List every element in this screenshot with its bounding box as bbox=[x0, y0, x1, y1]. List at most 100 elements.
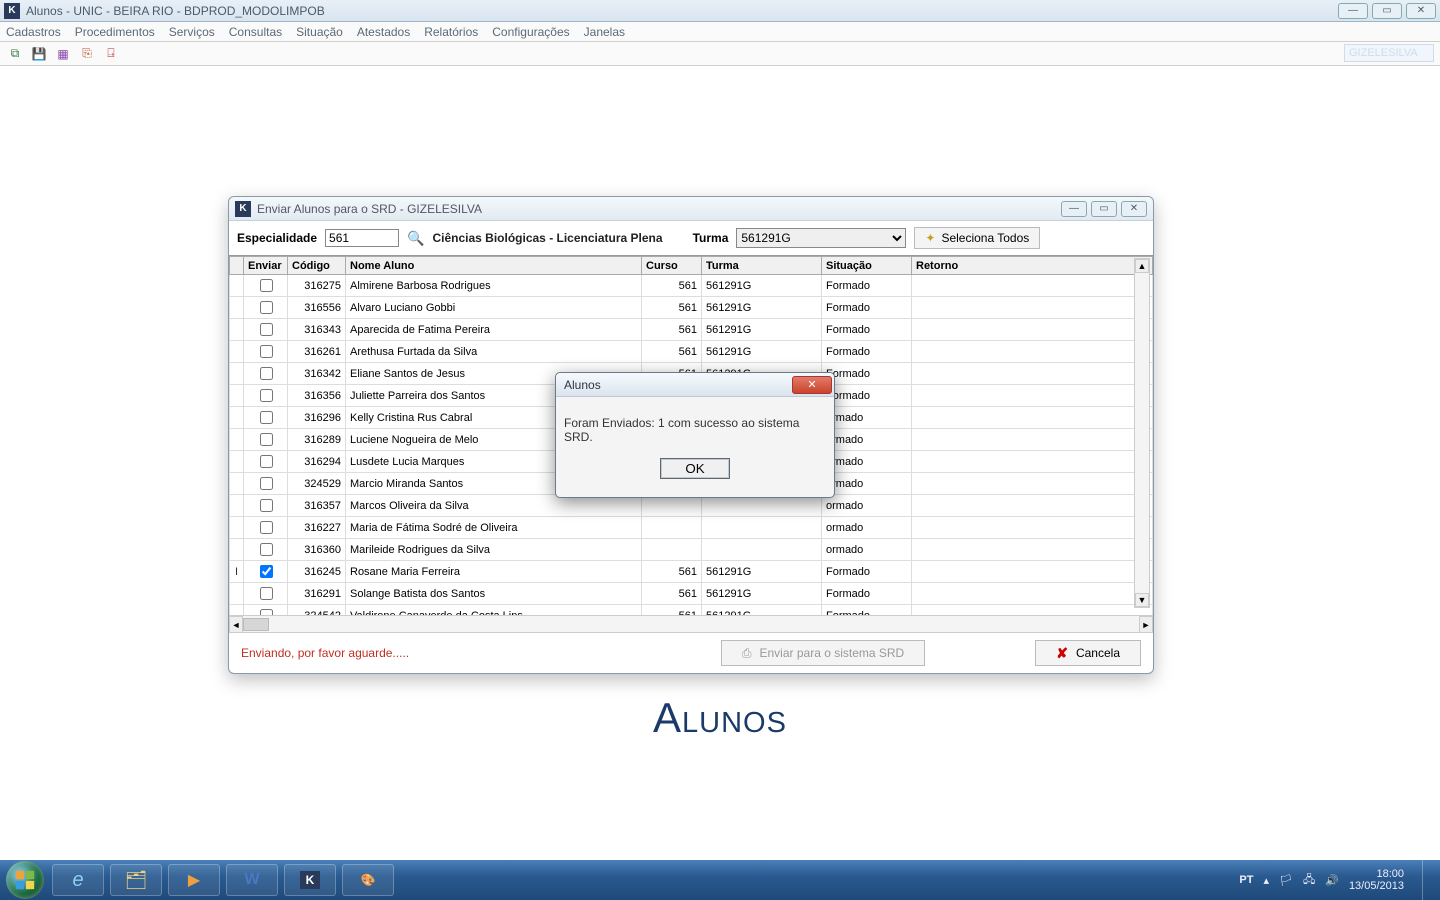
child-maximize-button[interactable]: ▭ bbox=[1091, 201, 1117, 217]
table-row[interactable]: 316343Aparecida de Fatima Pereira5615612… bbox=[230, 319, 1153, 341]
task-explorer[interactable]: 🗂 bbox=[110, 864, 162, 896]
col-retorno[interactable]: Retorno bbox=[912, 257, 1153, 275]
table-row[interactable]: 316360Marileide Rodrigues da Silvaormado bbox=[230, 539, 1153, 561]
show-desktop-button[interactable] bbox=[1422, 860, 1434, 900]
toolbar-icon-1[interactable]: ⧉ bbox=[6, 45, 24, 63]
row-situacao: Formado bbox=[822, 341, 912, 363]
scroll-right-icon[interactable]: ► bbox=[1139, 616, 1153, 633]
row-checkbox-cell[interactable] bbox=[244, 319, 288, 341]
menu-relatorios[interactable]: Relatórios bbox=[424, 25, 478, 39]
menu-cadastros[interactable]: Cadastros bbox=[6, 25, 61, 39]
menu-situacao[interactable]: Situação bbox=[296, 25, 343, 39]
toolbar-icon-4[interactable]: ⎘ bbox=[78, 45, 96, 63]
row-checkbox[interactable] bbox=[260, 543, 273, 556]
row-checkbox[interactable] bbox=[260, 521, 273, 534]
toolbar-icon-2[interactable]: 💾 bbox=[30, 45, 48, 63]
menu-configuracoes[interactable]: Configurações bbox=[492, 25, 569, 39]
col-curso[interactable]: Curso bbox=[642, 257, 702, 275]
select-all-button[interactable]: ✦ Seleciona Todos bbox=[914, 227, 1040, 249]
toolbar-icon-5[interactable]: ⍈ bbox=[102, 45, 120, 63]
row-checkbox[interactable] bbox=[260, 411, 273, 424]
tray-network-icon[interactable]: 🖧 bbox=[1303, 871, 1315, 890]
row-retorno bbox=[912, 473, 1153, 495]
scroll-left-icon[interactable]: ◄ bbox=[229, 616, 243, 633]
dialog-ok-button[interactable]: OK bbox=[660, 458, 729, 479]
scroll-down-icon[interactable]: ▼ bbox=[1135, 593, 1149, 607]
dialog-close-button[interactable]: ✕ bbox=[792, 376, 832, 394]
row-checkbox[interactable] bbox=[260, 367, 273, 380]
menu-servicos[interactable]: Serviços bbox=[169, 25, 215, 39]
cancel-button[interactable]: ✘ Cancela bbox=[1035, 640, 1141, 666]
row-checkbox-cell[interactable] bbox=[244, 583, 288, 605]
row-checkbox-cell[interactable] bbox=[244, 517, 288, 539]
menu-janelas[interactable]: Janelas bbox=[584, 25, 625, 39]
row-checkbox-cell[interactable] bbox=[244, 429, 288, 451]
minimize-button[interactable]: — bbox=[1338, 3, 1368, 19]
table-row[interactable]: 316261Arethusa Furtada da Silva561561291… bbox=[230, 341, 1153, 363]
row-checkbox[interactable] bbox=[260, 323, 273, 336]
row-checkbox-cell[interactable] bbox=[244, 605, 288, 616]
grid-vertical-scrollbar[interactable]: ▲ ▼ bbox=[1134, 258, 1150, 608]
tray-up-icon[interactable]: ▴ bbox=[1263, 874, 1269, 887]
row-checkbox[interactable] bbox=[260, 455, 273, 468]
table-row[interactable]: I316245Rosane Maria Ferreira561561291GFo… bbox=[230, 561, 1153, 583]
child-minimize-button[interactable]: — bbox=[1061, 201, 1087, 217]
tray-lang[interactable]: PT bbox=[1239, 874, 1253, 886]
row-checkbox[interactable] bbox=[260, 499, 273, 512]
col-cursor[interactable] bbox=[230, 257, 244, 275]
table-row[interactable]: 316227Maria de Fátima Sodré de Oliveirao… bbox=[230, 517, 1153, 539]
task-app[interactable]: K bbox=[284, 864, 336, 896]
row-checkbox-cell[interactable] bbox=[244, 495, 288, 517]
col-enviar[interactable]: Enviar bbox=[244, 257, 288, 275]
task-mediaplayer[interactable]: ▶ bbox=[168, 864, 220, 896]
row-checkbox-cell[interactable] bbox=[244, 473, 288, 495]
table-row[interactable]: 316275Almirene Barbosa Rodrigues56156129… bbox=[230, 275, 1153, 297]
table-row[interactable]: 324542Valdirene Canaverde da Costa Lins5… bbox=[230, 605, 1153, 616]
menu-consultas[interactable]: Consultas bbox=[229, 25, 282, 39]
tray-sound-icon[interactable]: 🔊 bbox=[1325, 874, 1339, 887]
row-checkbox[interactable] bbox=[260, 477, 273, 490]
row-checkbox[interactable] bbox=[260, 433, 273, 446]
row-checkbox-cell[interactable] bbox=[244, 451, 288, 473]
scroll-up-icon[interactable]: ▲ bbox=[1135, 259, 1149, 273]
row-checkbox-cell[interactable] bbox=[244, 363, 288, 385]
row-checkbox[interactable] bbox=[260, 389, 273, 402]
col-codigo[interactable]: Código bbox=[288, 257, 346, 275]
task-paint[interactable]: 🎨 bbox=[342, 864, 394, 896]
especialidade-desc: Ciências Biológicas - Licenciatura Plena bbox=[432, 231, 662, 245]
search-icon[interactable]: 🔍 bbox=[407, 230, 424, 247]
maximize-button[interactable]: ▭ bbox=[1372, 3, 1402, 19]
row-checkbox-cell[interactable] bbox=[244, 385, 288, 407]
child-close-button[interactable]: ✕ bbox=[1121, 201, 1147, 217]
row-checkbox[interactable] bbox=[260, 587, 273, 600]
turma-select[interactable]: 561291G bbox=[736, 228, 906, 248]
scroll-thumb[interactable] bbox=[243, 618, 269, 631]
row-checkbox-cell[interactable] bbox=[244, 275, 288, 297]
col-nome[interactable]: Nome Aluno bbox=[346, 257, 642, 275]
row-checkbox-cell[interactable] bbox=[244, 297, 288, 319]
row-checkbox[interactable] bbox=[260, 301, 273, 314]
toolbar-icon-3[interactable]: ▦ bbox=[54, 45, 72, 63]
menu-atestados[interactable]: Atestados bbox=[357, 25, 410, 39]
row-checkbox[interactable] bbox=[260, 565, 273, 578]
row-checkbox-cell[interactable] bbox=[244, 341, 288, 363]
col-turma[interactable]: Turma bbox=[702, 257, 822, 275]
menu-procedimentos[interactable]: Procedimentos bbox=[75, 25, 155, 39]
task-ie[interactable]: e bbox=[52, 864, 104, 896]
close-button[interactable]: ✕ bbox=[1406, 3, 1436, 19]
table-row[interactable]: 316556Alvaro Luciano Gobbi561561291GForm… bbox=[230, 297, 1153, 319]
task-word[interactable]: W bbox=[226, 864, 278, 896]
grid-horizontal-scrollbar[interactable]: ◄ ► bbox=[229, 615, 1153, 632]
start-button[interactable] bbox=[6, 861, 44, 899]
tray-clock[interactable]: 18:00 13/05/2013 bbox=[1349, 868, 1404, 892]
row-checkbox-cell[interactable] bbox=[244, 539, 288, 561]
col-situacao[interactable]: Situação bbox=[822, 257, 912, 275]
send-button[interactable]: ⎙ Enviar para o sistema SRD bbox=[721, 640, 925, 666]
table-row[interactable]: 316291Solange Batista dos Santos56156129… bbox=[230, 583, 1153, 605]
especialidade-input[interactable] bbox=[325, 229, 399, 247]
row-checkbox[interactable] bbox=[260, 345, 273, 358]
row-checkbox-cell[interactable] bbox=[244, 561, 288, 583]
row-checkbox[interactable] bbox=[260, 279, 273, 292]
tray-flag-icon[interactable]: 🏳 bbox=[1279, 874, 1293, 887]
row-checkbox-cell[interactable] bbox=[244, 407, 288, 429]
